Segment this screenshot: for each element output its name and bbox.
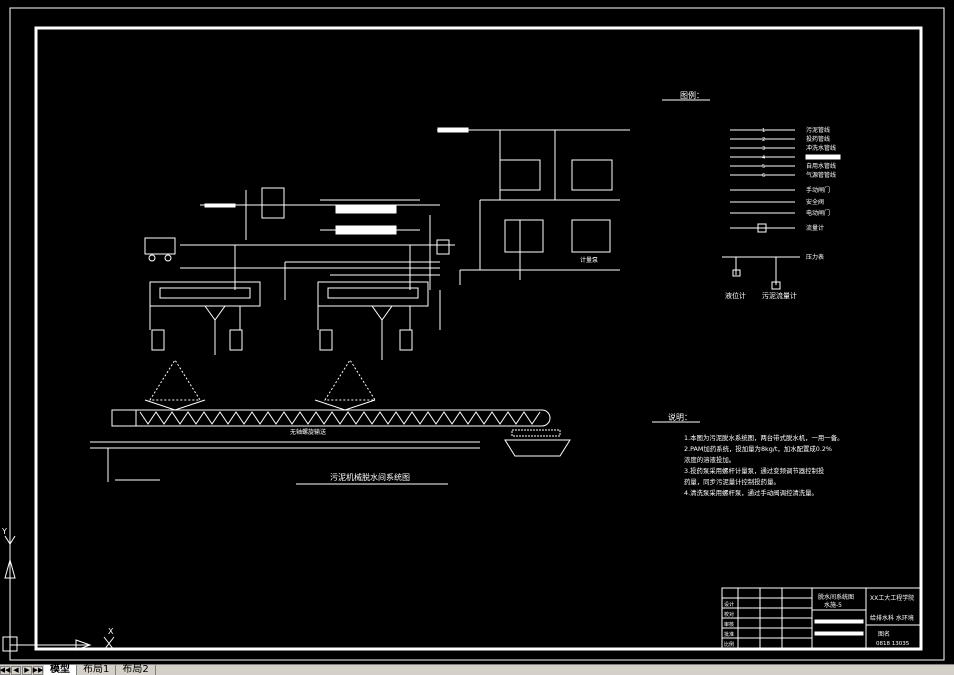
ucs-icon xyxy=(2,535,115,652)
title-block-drawing-no: 水施-5 xyxy=(824,601,842,609)
svg-text:自用水管线: 自用水管线 xyxy=(806,162,836,170)
svg-text:6: 6 xyxy=(762,173,765,179)
svg-text:校对: 校对 xyxy=(724,611,734,618)
prev-tab-button[interactable]: ◀ xyxy=(11,665,21,675)
svg-text:设计: 设计 xyxy=(724,601,734,608)
first-tab-button[interactable]: ◀◀ xyxy=(0,665,10,675)
svg-text:电动闸门: 电动闸门 xyxy=(806,209,830,217)
svg-text:4: 4 xyxy=(762,155,765,161)
notes-text: 1.本图为污泥脱水系统图，两台带式脱水机，一用一备。 2.PAM加药系统，投加量… xyxy=(684,433,843,497)
svg-text:3: 3 xyxy=(762,146,765,152)
svg-text:3.投药泵采用螺杆计量泵，通过变频调节器控制投: 3.投药泵采用螺杆计量泵，通过变频调节器控制投 xyxy=(684,466,825,475)
svg-text:手动闸门: 手动闸门 xyxy=(806,186,830,194)
svg-text:冲洗水管线: 冲洗水管线 xyxy=(806,144,836,152)
svg-text:1.本图为污泥脱水系统图，两台带式脱水机，一用一备。: 1.本图为污泥脱水系统图，两台带式脱水机，一用一备。 xyxy=(684,433,843,442)
svg-text:比例: 比例 xyxy=(724,641,734,648)
legend-line-labels: 污泥管线 投药管线 冲洗水管线 自用水管线 气源管管线 xyxy=(806,126,836,179)
drawing-frame xyxy=(9,7,945,661)
title-block-project: 给排水科 水环境 xyxy=(870,614,914,622)
notes-heading: 说明： xyxy=(668,412,692,422)
legend-heading: 图例： xyxy=(680,90,704,100)
svg-text:2: 2 xyxy=(762,137,765,143)
svg-text:2.PAM加药系统，投加量为8kg/t，加水配置成0.2%: 2.PAM加药系统，投加量为8kg/t，加水配置成0.2% xyxy=(684,444,832,453)
screw-conveyor-label: 无轴螺旋输送 xyxy=(290,428,326,436)
svg-text:1: 1 xyxy=(762,128,765,134)
svg-text:审核: 审核 xyxy=(724,621,734,628)
svg-text:批准: 批准 xyxy=(724,631,734,638)
title-block-number: 0818 13035 xyxy=(876,641,910,647)
cad-drawing-canvas[interactable]: X Y 污泥机械脱水间系统图 无轴螺旋输送 计量泵 图例： 1 2 3 4 5 … xyxy=(0,0,954,664)
svg-text:安全阀: 安全阀 xyxy=(806,198,824,206)
last-tab-button[interactable]: ▶▶ xyxy=(33,665,43,675)
drawing-title: 污泥机械脱水间系统图 xyxy=(330,472,410,482)
svg-text:5: 5 xyxy=(762,164,765,170)
ucs-x-label: X xyxy=(108,627,114,636)
svg-text:投药管线: 投药管线 xyxy=(806,135,830,143)
title-block-drawing-name: 脱水间系统图 xyxy=(818,593,854,601)
svg-text:污泥管线: 污泥管线 xyxy=(806,126,830,134)
legend-level-gauge: 液位计 xyxy=(725,291,746,300)
layout-tab-bar: ◀◀ ◀ ▶ ▶▶ 模型 布局1 布局2 xyxy=(0,664,954,675)
legend-symbol-labels: 手动闸门 安全阀 电动闸门 流量计 压力表 xyxy=(806,186,830,261)
legend-line-numbers: 1 2 3 4 5 6 xyxy=(762,128,765,179)
svg-text:流量计: 流量计 xyxy=(806,224,824,232)
svg-text:气源管管线: 气源管管线 xyxy=(806,171,836,179)
ucs-y-label: Y xyxy=(1,527,7,536)
title-block-name: 图名 xyxy=(878,630,890,638)
title-block-school: XX工大工程学院 xyxy=(870,594,914,602)
svg-text:4.清洗泵采用螺杆泵，通过手动阀调控清洗量。: 4.清洗泵采用螺杆泵，通过手动阀调控清洗量。 xyxy=(684,488,818,497)
legend-sludge-flowmeter: 污泥流量计 xyxy=(762,291,797,300)
pump-label: 计量泵 xyxy=(580,256,598,264)
next-tab-button[interactable]: ▶ xyxy=(22,665,32,675)
process-diagram xyxy=(90,127,630,485)
svg-text:浓度的溶液投加。: 浓度的溶液投加。 xyxy=(684,455,735,464)
svg-text:药量，同步污泥量计控制投药量。: 药量，同步污泥量计控制投药量。 xyxy=(684,477,780,486)
svg-text:压力表: 压力表 xyxy=(806,253,824,261)
